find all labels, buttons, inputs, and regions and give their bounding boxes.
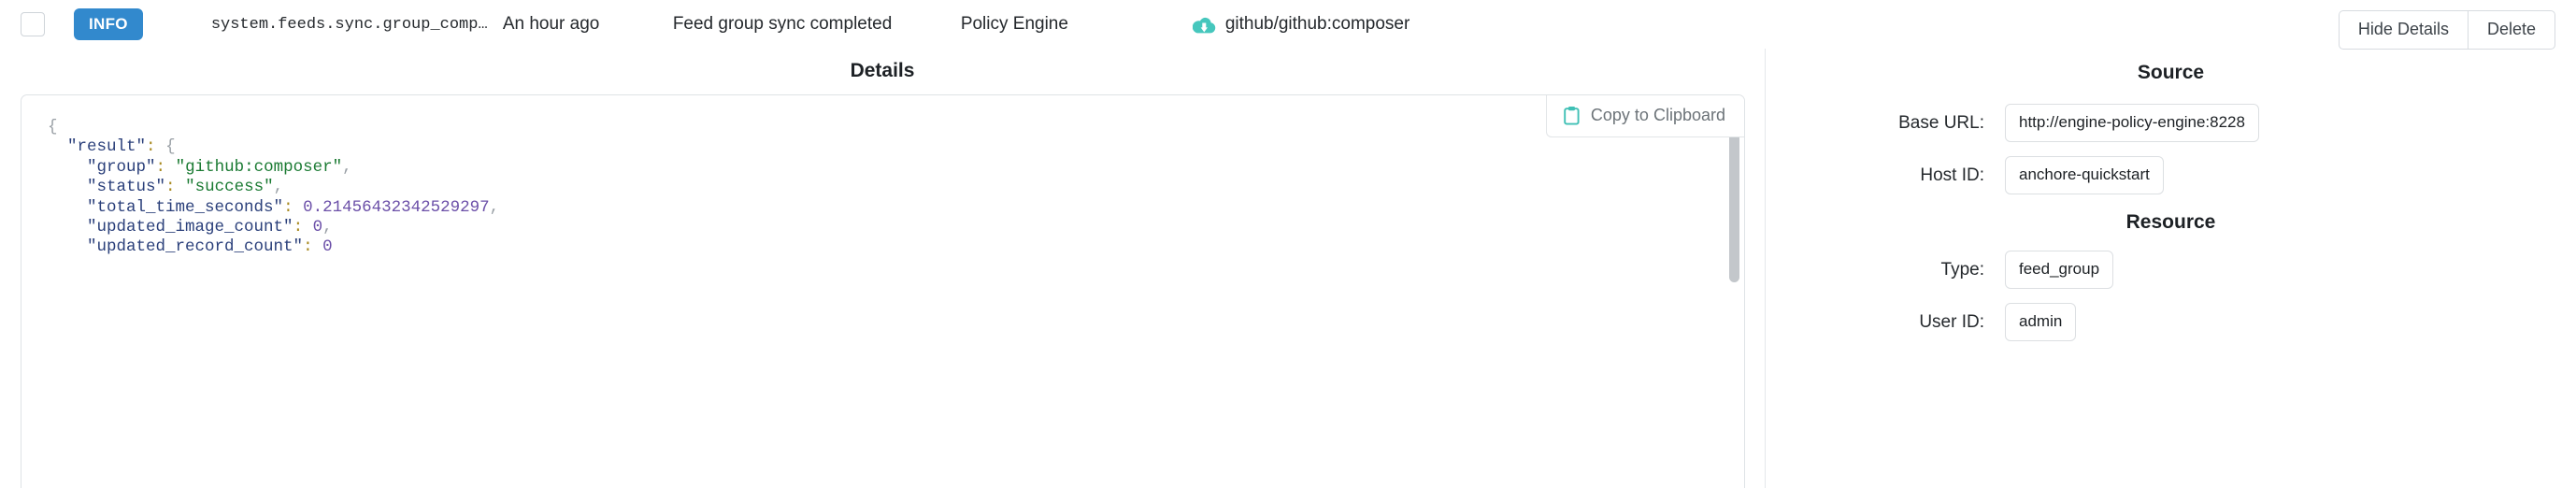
event-select-checkbox[interactable]	[21, 12, 45, 36]
event-time-cell: An hour ago	[502, 14, 600, 34]
event-message-cell: Feed group sync completed	[672, 14, 893, 34]
source-row-host-id: Host ID: anchore-quickstart	[1766, 156, 2576, 195]
user-id-value: admin	[2005, 303, 2077, 342]
source-heading: Source	[2137, 62, 2205, 83]
resource-row-type: Type: feed_group	[1766, 251, 2576, 290]
delete-button[interactable]: Delete	[2467, 10, 2555, 50]
json-scrollbar-thumb[interactable]	[1729, 133, 1739, 282]
json-viewer-card: { "result": { "group": "github:composer"…	[21, 94, 1745, 488]
json-scrollbar-track[interactable]	[1728, 99, 1740, 488]
hide-details-button[interactable]: Hide Details	[2338, 10, 2468, 50]
copy-to-clipboard-label: Copy to Clipboard	[1590, 106, 1725, 124]
details-heading: Details	[850, 60, 915, 81]
details-pane: Details { "result": { "group": "github:c…	[0, 49, 1766, 488]
resource-heading: Resource	[2125, 211, 2216, 234]
event-header-row: INFO system.feeds.sync.group_completed A…	[0, 0, 2576, 50]
event-resource-cell: github/github:composer	[1192, 14, 1567, 35]
host-id-value: anchore-quickstart	[2005, 156, 2164, 195]
type-label: Type:	[1940, 259, 1984, 280]
cloud-download-icon	[1192, 17, 1216, 33]
user-id-label: User ID:	[1919, 311, 1984, 332]
header-actions: Hide Details Delete	[2338, 10, 2555, 50]
type-value: feed_group	[2005, 251, 2114, 290]
copy-to-clipboard-button[interactable]: Copy to Clipboard	[1545, 95, 1744, 137]
event-type-cell: system.feeds.sync.group_completed	[210, 15, 492, 34]
event-detail-body: Details { "result": { "group": "github:c…	[0, 49, 2576, 488]
clipboard-icon	[1564, 107, 1580, 125]
json-scroll-area[interactable]: { "result": { "group": "github:composer"…	[21, 95, 1744, 488]
event-service-cell: Policy Engine	[960, 14, 1068, 34]
meta-pane: Source Base URL: http://engine-policy-en…	[1766, 49, 2576, 488]
base-url-label: Base URL:	[1898, 112, 1984, 133]
event-resource-label: github/github:composer	[1224, 14, 1410, 34]
base-url-value: http://engine-policy-engine:8228	[2005, 104, 2259, 143]
severity-badge[interactable]: INFO	[74, 8, 143, 40]
source-row-base-url: Base URL: http://engine-policy-engine:82…	[1766, 104, 2576, 143]
resource-row-user-id: User ID: admin	[1766, 303, 2576, 342]
host-id-label: Host ID:	[1920, 165, 1984, 185]
json-code-block: { "result": { "group": "github:composer"…	[48, 118, 500, 257]
